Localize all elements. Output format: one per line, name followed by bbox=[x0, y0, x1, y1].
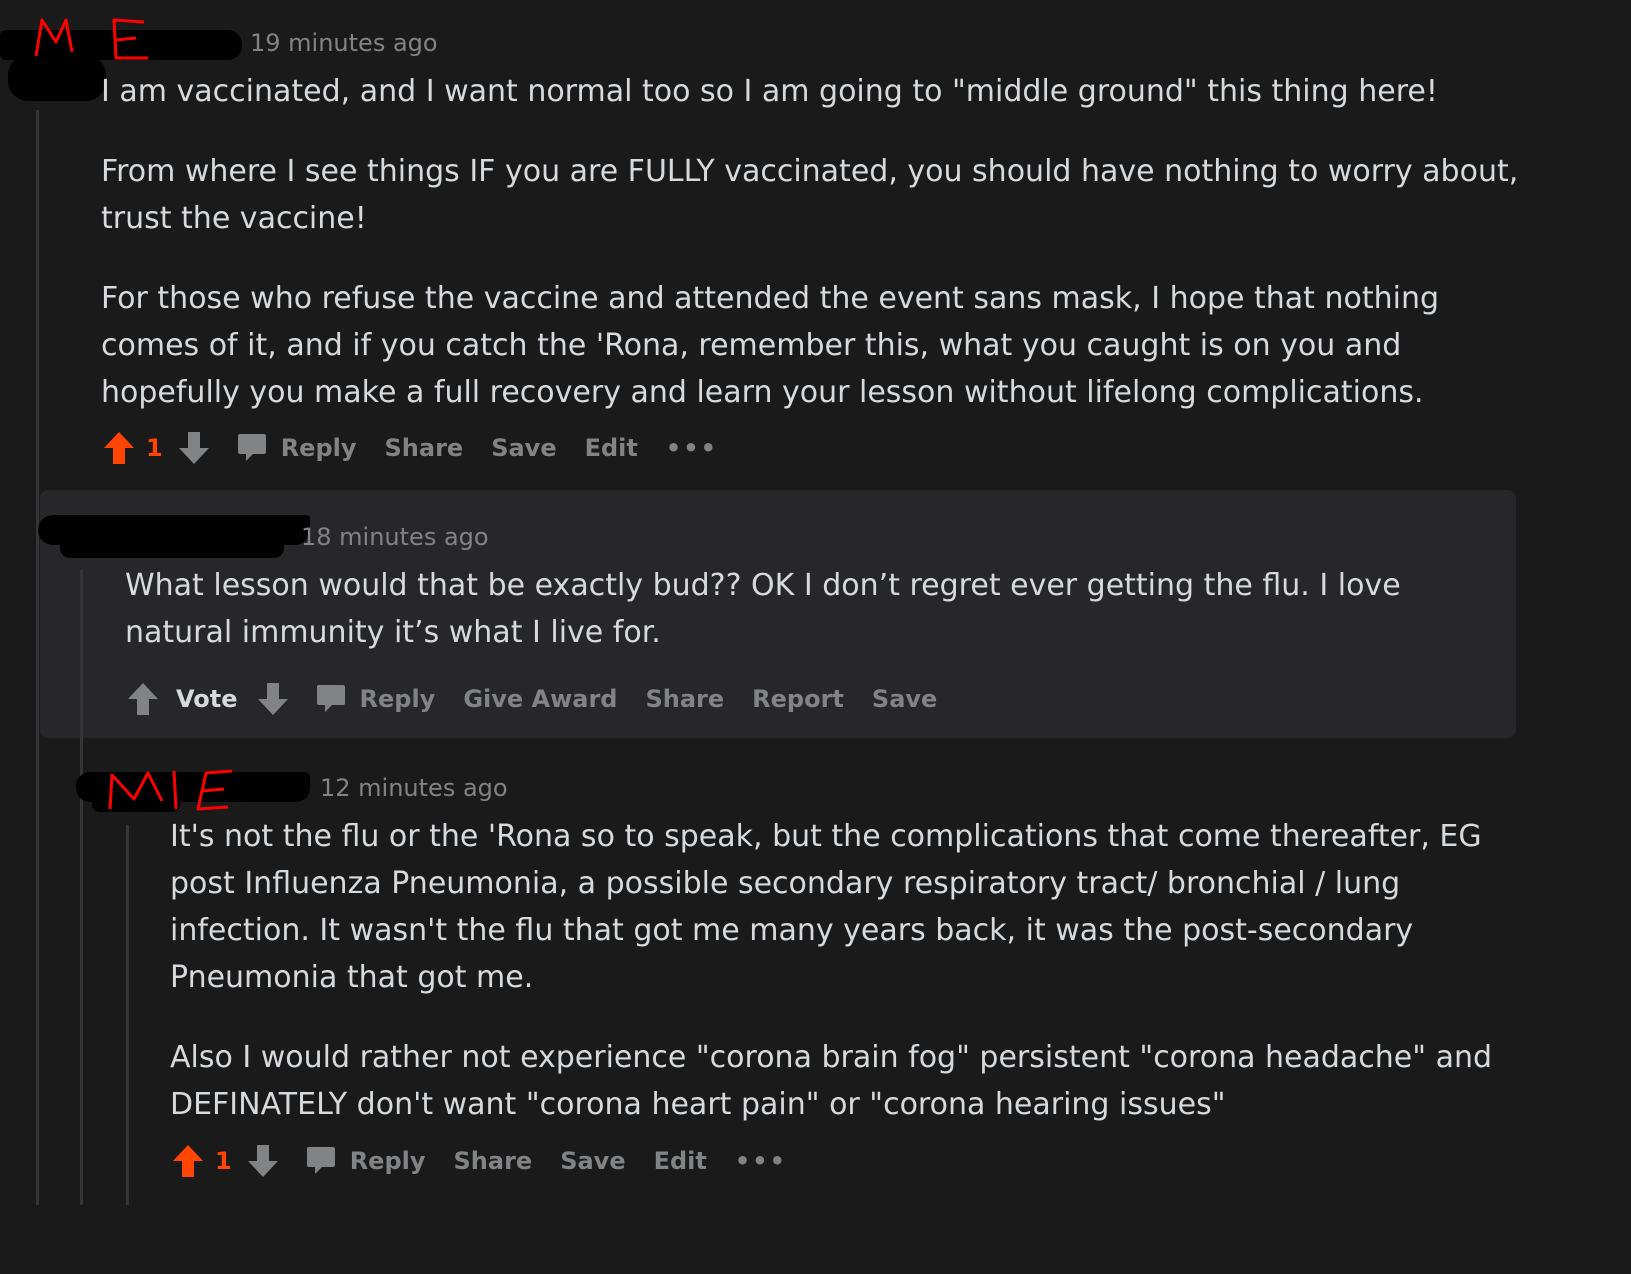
save-button[interactable]: Save bbox=[560, 1147, 625, 1175]
redacted-avatar bbox=[60, 538, 284, 558]
comment-actions: 1 Reply Share Save Edit ••• bbox=[102, 428, 718, 468]
comment-paragraph: From where I see things IF you are FULLY… bbox=[101, 154, 1519, 236]
comment-bubble-icon bbox=[316, 685, 345, 712]
thread-line-level-3[interactable] bbox=[126, 825, 129, 1205]
share-button[interactable]: Share bbox=[385, 434, 464, 462]
me-annotation bbox=[108, 769, 233, 811]
reply-button[interactable]: Reply bbox=[306, 1145, 426, 1177]
score-count: 1 bbox=[215, 1147, 232, 1175]
comment-bubble-icon bbox=[237, 434, 266, 461]
comment-body: I am vaccinated, and I want normal too s… bbox=[101, 68, 1521, 449]
comment-paragraph: Also I would rather not experience "coro… bbox=[170, 1040, 1493, 1122]
share-button[interactable]: Share bbox=[645, 685, 724, 713]
downvote-icon[interactable] bbox=[256, 681, 290, 717]
comment-bubble-icon bbox=[306, 1147, 335, 1174]
save-button[interactable]: Save bbox=[491, 434, 556, 462]
edit-button[interactable]: Edit bbox=[585, 434, 638, 462]
me-annotation bbox=[34, 18, 148, 60]
reply-button[interactable]: Reply bbox=[237, 432, 357, 464]
comment-body: What lesson would that be exactly bud?? … bbox=[125, 562, 1485, 689]
comment-actions: 1 Reply Share Save Edit ••• bbox=[171, 1141, 787, 1181]
share-button[interactable]: Share bbox=[454, 1147, 533, 1175]
downvote-icon[interactable] bbox=[246, 1143, 280, 1179]
report-button[interactable]: Report bbox=[752, 685, 844, 713]
comment-paragraph: It's not the flu or the 'Rona so to spea… bbox=[170, 819, 1482, 995]
upvote-icon[interactable] bbox=[171, 1143, 205, 1179]
thread-line-level-1[interactable] bbox=[36, 110, 39, 1205]
reply-label: Reply bbox=[280, 434, 357, 462]
upvote-icon[interactable] bbox=[102, 430, 136, 466]
comment-timestamp[interactable]: 12 minutes ago bbox=[320, 774, 508, 802]
comment-body: It's not the flu or the 'Rona so to spea… bbox=[170, 813, 1500, 1161]
save-button[interactable]: Save bbox=[872, 685, 937, 713]
more-options-icon[interactable]: ••• bbox=[666, 434, 718, 462]
comment-actions: Vote Reply Give Award Share Report Save bbox=[126, 679, 965, 719]
score-count: 1 bbox=[146, 434, 163, 462]
comment-paragraph: What lesson would that be exactly bud?? … bbox=[125, 568, 1401, 650]
reply-label: Reply bbox=[359, 685, 436, 713]
more-options-icon[interactable]: ••• bbox=[735, 1147, 787, 1175]
downvote-icon[interactable] bbox=[177, 430, 211, 466]
thread-line-level-2-top[interactable] bbox=[80, 570, 83, 738]
edit-button[interactable]: Edit bbox=[654, 1147, 707, 1175]
comment-paragraph: I am vaccinated, and I want normal too s… bbox=[101, 74, 1438, 109]
give-award-button[interactable]: Give Award bbox=[463, 685, 617, 713]
reply-button[interactable]: Reply bbox=[316, 683, 436, 715]
comment-timestamp[interactable]: 18 minutes ago bbox=[301, 523, 489, 551]
reply-label: Reply bbox=[349, 1147, 426, 1175]
comment-paragraph: For those who refuse the vaccine and att… bbox=[101, 281, 1440, 410]
vote-label: Vote bbox=[176, 685, 238, 713]
upvote-icon[interactable] bbox=[126, 681, 160, 717]
comment-timestamp[interactable]: 19 minutes ago bbox=[250, 29, 438, 57]
